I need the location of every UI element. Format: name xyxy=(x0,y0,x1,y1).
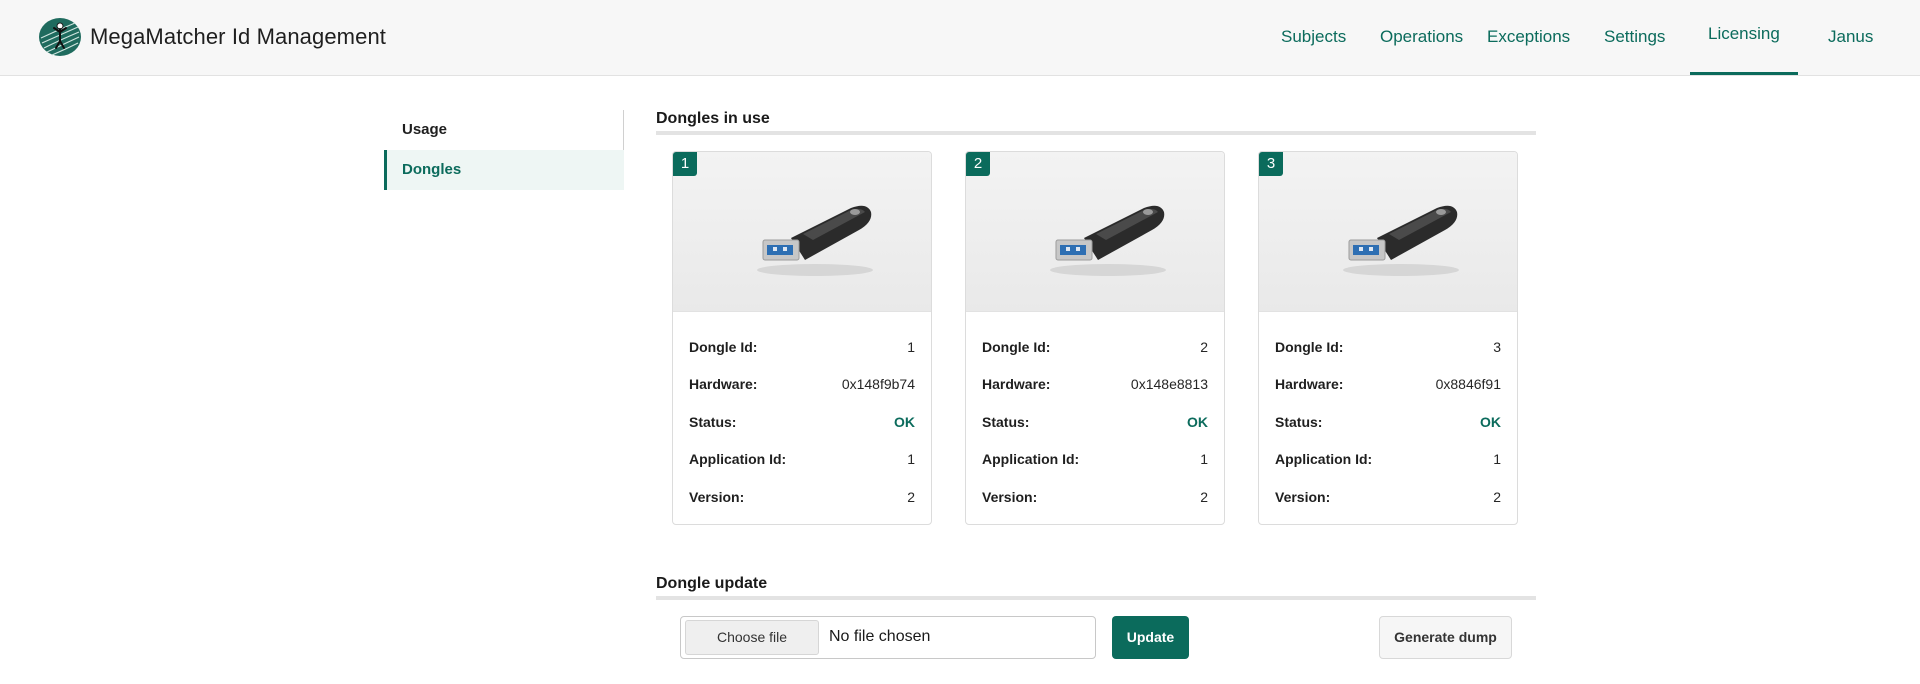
hardware-row: Hardware: 0x8846f91 xyxy=(1275,376,1501,396)
hardware-label: Hardware: xyxy=(689,376,758,392)
update-button[interactable]: Update xyxy=(1112,616,1189,659)
licensing-sidebar: Usage Dongles xyxy=(384,110,624,190)
hardware-row: Hardware: 0x148f9b74 xyxy=(689,376,915,396)
application-id-value: 1 xyxy=(1493,451,1501,467)
section-divider xyxy=(656,131,1536,135)
usb-dongle-image xyxy=(757,205,873,276)
megamatcher-logo-icon[interactable] xyxy=(38,15,82,59)
version-row: Version: 2 xyxy=(689,489,915,509)
status-value: OK xyxy=(1187,414,1208,430)
dongle-id-value: 1 xyxy=(907,339,915,355)
application-id-row: Application Id: 1 xyxy=(1275,451,1501,471)
generate-dump-button[interactable]: Generate dump xyxy=(1379,616,1512,659)
hardware-label: Hardware: xyxy=(982,376,1051,392)
sidebar-item-usage[interactable]: Usage xyxy=(384,110,624,150)
dongle-image xyxy=(1259,152,1517,312)
version-value: 2 xyxy=(907,489,915,505)
usb-dongle-image xyxy=(1050,205,1166,276)
dongle-id-value: 3 xyxy=(1493,339,1501,355)
dongle-id-label: Dongle Id: xyxy=(689,339,758,355)
application-id-label: Application Id: xyxy=(1275,451,1373,467)
version-row: Version: 2 xyxy=(1275,489,1501,509)
hardware-value: 0x8846f91 xyxy=(1435,376,1501,392)
dongle-id-row: Dongle Id: 3 xyxy=(1275,339,1501,359)
top-header: MegaMatcher Id Management Subjects Opera… xyxy=(0,0,1920,76)
status-label: Status: xyxy=(1275,414,1323,430)
status-label: Status: xyxy=(689,414,737,430)
usb-dongle-image xyxy=(1343,205,1459,276)
version-label: Version: xyxy=(1275,489,1331,505)
application-id-value: 1 xyxy=(1200,451,1208,467)
status-row: Status: OK xyxy=(689,414,915,434)
status-row: Status: OK xyxy=(982,414,1208,434)
dongle-number-badge: 3 xyxy=(1259,152,1283,176)
file-input[interactable]: Choose file No file chosen xyxy=(680,616,1096,659)
version-value: 2 xyxy=(1493,489,1501,505)
nav-subjects[interactable]: Subjects xyxy=(1281,27,1346,47)
app-title: MegaMatcher Id Management xyxy=(90,24,386,49)
nav-exceptions[interactable]: Exceptions xyxy=(1487,27,1570,47)
choose-file-button[interactable]: Choose file xyxy=(685,620,819,655)
dongle-id-row: Dongle Id: 2 xyxy=(982,339,1208,359)
dongle-update-title: Dongle update xyxy=(656,575,768,592)
sidebar-item-dongles[interactable]: Dongles xyxy=(384,150,624,190)
nav-janus[interactable]: Janus xyxy=(1828,27,1873,47)
file-status-text: No file chosen xyxy=(829,628,931,645)
dongle-id-value: 2 xyxy=(1200,339,1208,355)
dongle-card: 1 Dongle Id: 1 Hardware: 0x148f9b74 Stat… xyxy=(672,151,932,525)
dongle-number-badge: 1 xyxy=(673,152,697,176)
version-row: Version: 2 xyxy=(982,489,1208,509)
hardware-label: Hardware: xyxy=(1275,376,1344,392)
application-id-label: Application Id: xyxy=(689,451,787,467)
hardware-value: 0x148e8813 xyxy=(1130,376,1208,392)
status-row: Status: OK xyxy=(1275,414,1501,434)
application-id-row: Application Id: 1 xyxy=(982,451,1208,471)
nav-licensing[interactable]: Licensing xyxy=(1708,24,1780,44)
hardware-row: Hardware: 0x148e8813 xyxy=(982,376,1208,396)
dongles-section-title: Dongles in use xyxy=(656,110,770,127)
version-label: Version: xyxy=(982,489,1038,505)
dongle-id-label: Dongle Id: xyxy=(982,339,1051,355)
nav-settings[interactable]: Settings xyxy=(1604,27,1665,47)
active-nav-indicator xyxy=(1690,72,1798,75)
status-value: OK xyxy=(894,414,915,430)
application-id-value: 1 xyxy=(907,451,915,467)
dongle-id-label: Dongle Id: xyxy=(1275,339,1344,355)
status-label: Status: xyxy=(982,414,1030,430)
version-label: Version: xyxy=(689,489,745,505)
application-id-row: Application Id: 1 xyxy=(689,451,915,471)
nav-operations[interactable]: Operations xyxy=(1380,27,1463,47)
dongle-card: 3 Dongle Id: 3 Hardware: 0x8846f91 Statu… xyxy=(1258,151,1518,525)
version-value: 2 xyxy=(1200,489,1208,505)
dongle-number-badge: 2 xyxy=(966,152,990,176)
section-divider xyxy=(656,596,1536,600)
dongle-image xyxy=(673,152,931,312)
status-value: OK xyxy=(1480,414,1501,430)
application-id-label: Application Id: xyxy=(982,451,1080,467)
hardware-value: 0x148f9b74 xyxy=(841,376,915,392)
dongle-image xyxy=(966,152,1224,312)
dongle-card: 2 Dongle Id: 2 Hardware: 0x148e8813 Stat… xyxy=(965,151,1225,525)
dongle-id-row: Dongle Id: 1 xyxy=(689,339,915,359)
